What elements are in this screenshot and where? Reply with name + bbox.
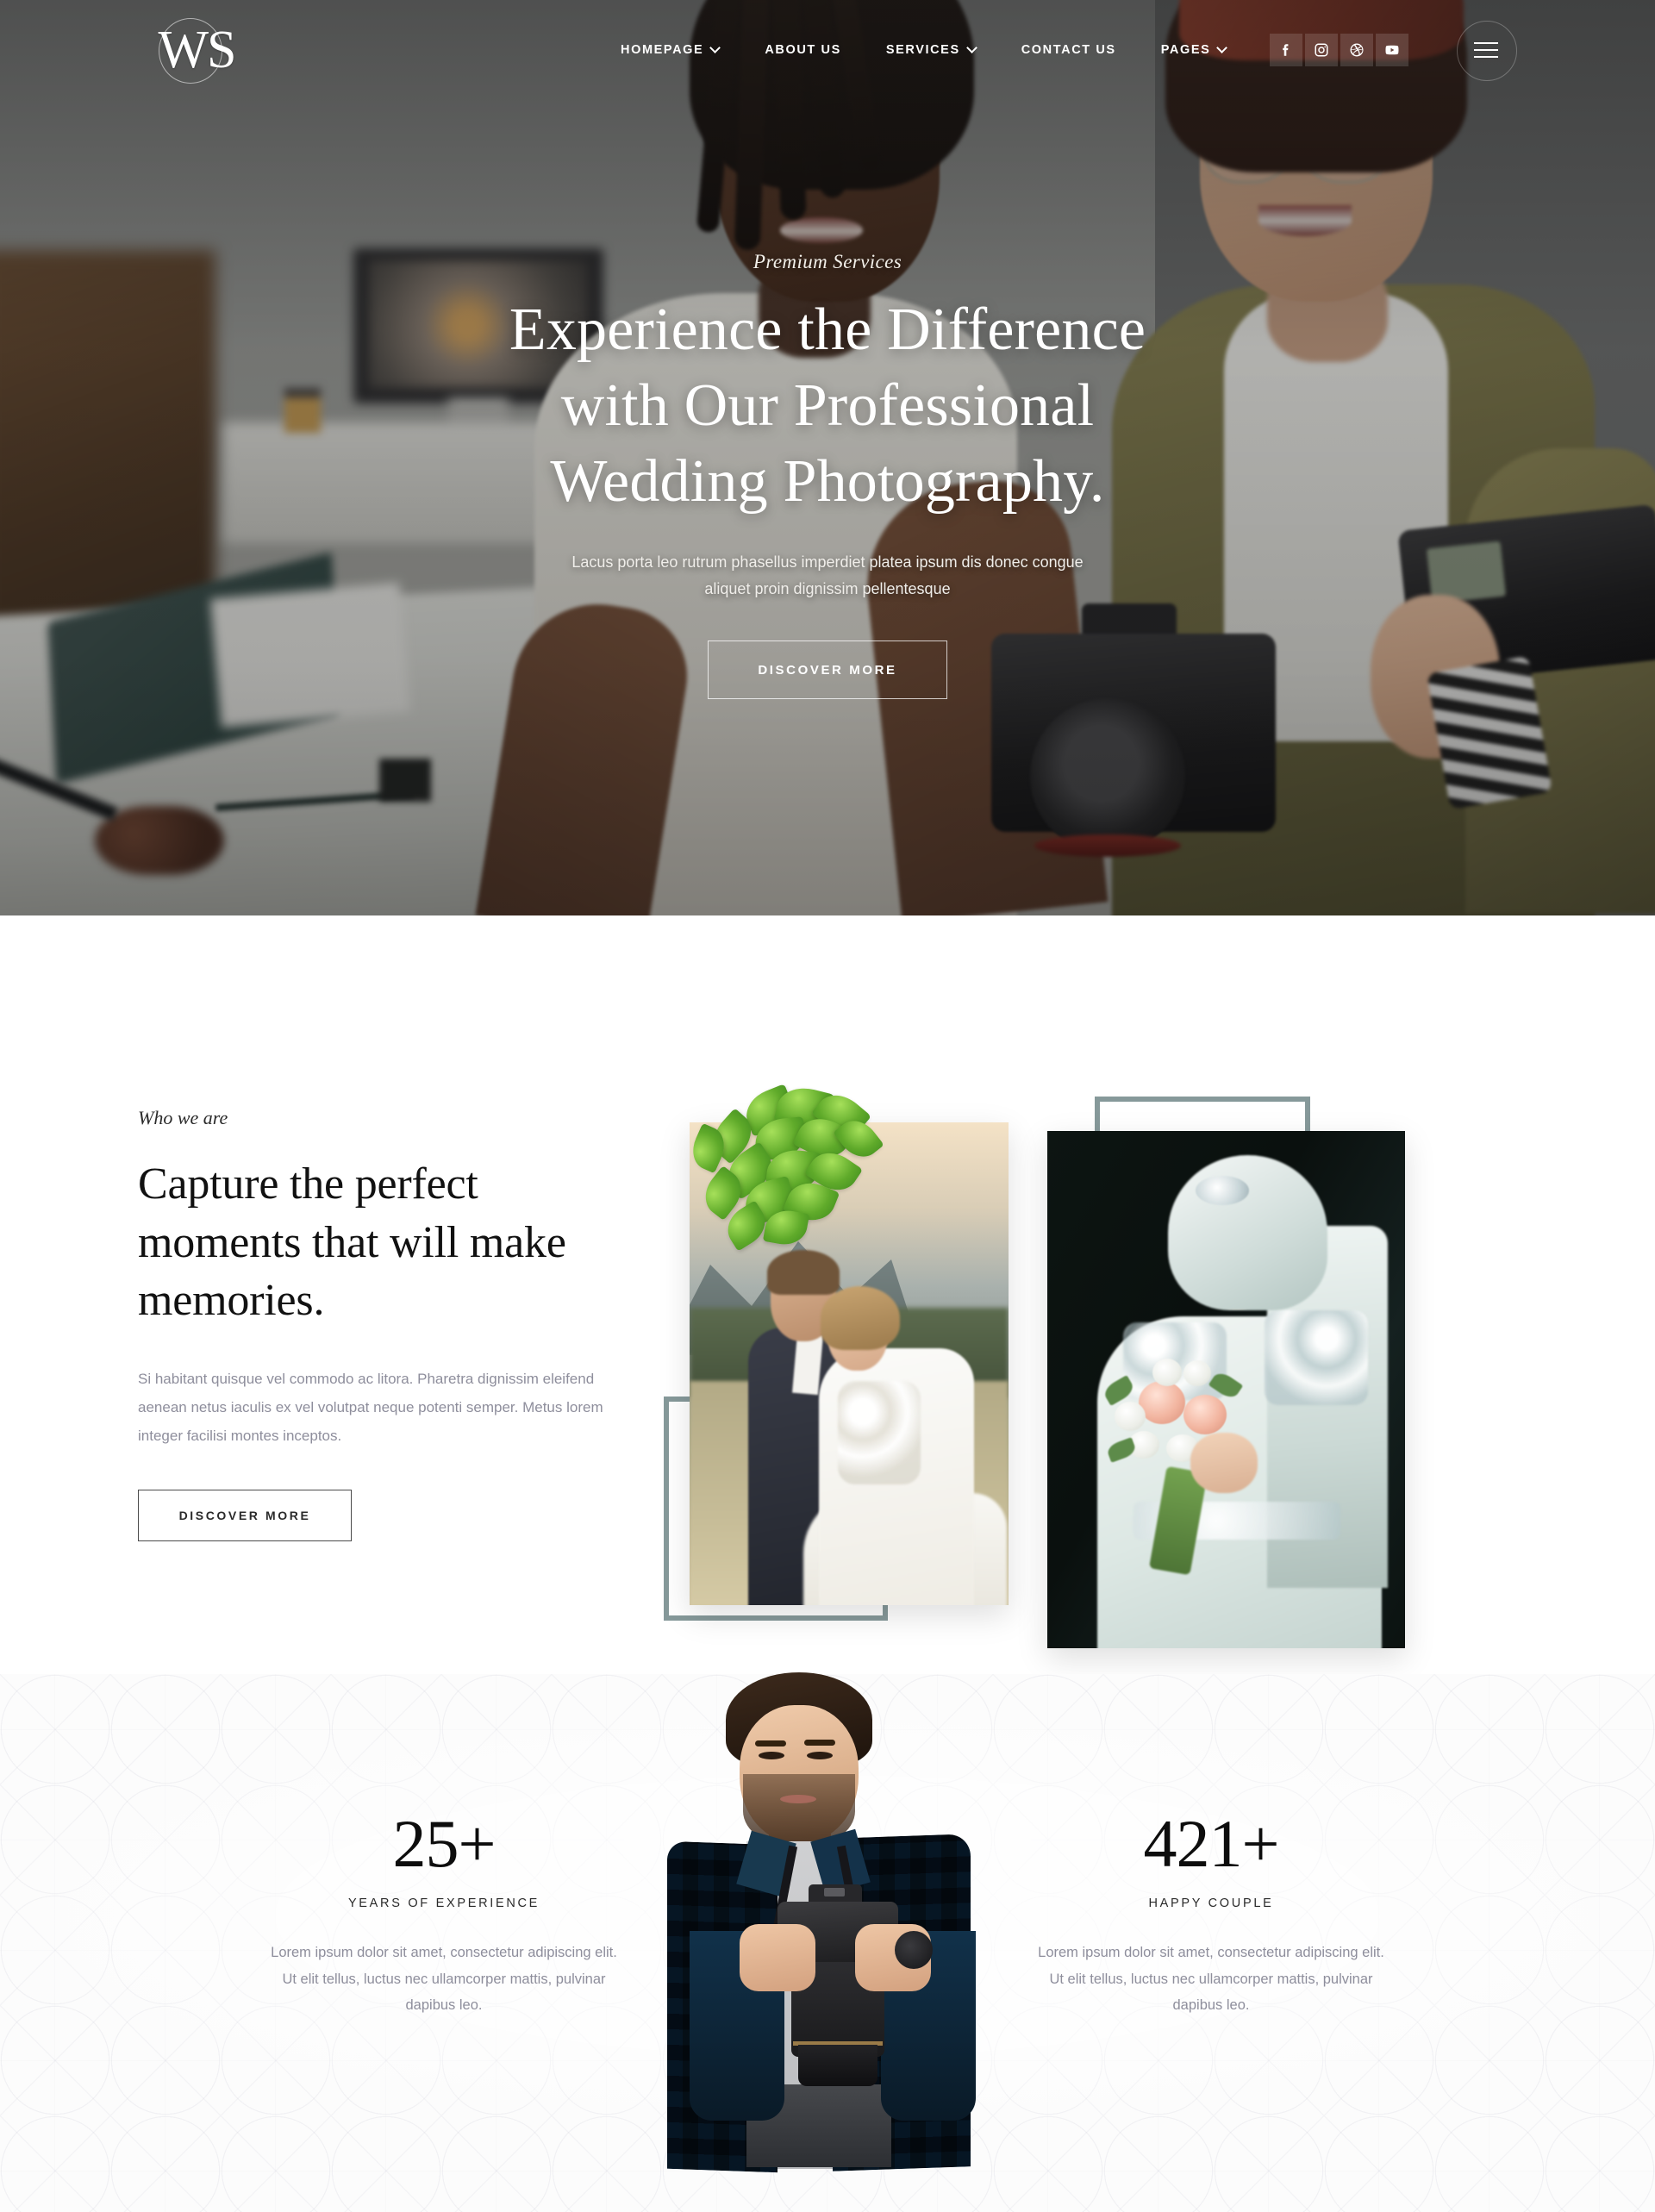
nav-label: SERVICES (885, 42, 960, 57)
hero-discover-more-button[interactable]: DISCOVER MORE (708, 640, 947, 700)
nav-label: ABOUT US (765, 42, 841, 57)
nav-label: CONTACT US (1021, 42, 1116, 57)
main-navigation: HOMEPAGE ABOUT US SERVICES CONTACT US PA… (598, 43, 1249, 57)
photographer-portrait (664, 1672, 1009, 2173)
stat-years-of-experience: 25+ YEARS OF EXPERIENCE Lorem ipsum dolo… (241, 1674, 646, 2019)
hero-title-line-3: Wedding Photography. (550, 448, 1105, 516)
facebook-icon[interactable] (1270, 33, 1303, 66)
stat-value: 421+ (1143, 1806, 1280, 1881)
about-kicker: Who we are (138, 1107, 228, 1128)
hero-eyebrow: Premium Services (753, 250, 902, 272)
about-title-line-3: memories. (138, 1276, 325, 1326)
about-discover-more-button[interactable]: DISCOVER MORE (138, 1490, 352, 1542)
social-links (1270, 33, 1409, 66)
dribbble-icon[interactable] (1340, 33, 1374, 66)
about-body-text: Si habitant quisque vel commodo ac litor… (138, 1370, 603, 1445)
hero-section: WS HOMEPAGE ABOUT US SERVICES CONTACT US (0, 0, 1655, 915)
nav-item-homepage[interactable]: HOMEPAGE (598, 43, 742, 57)
about-title-line-2: moments that will make (138, 1217, 566, 1267)
about-title: Capture the perfect moments that will ma… (138, 1155, 690, 1330)
nav-label: HOMEPAGE (621, 42, 704, 57)
hero-subtitle-line-2: aliquet proin dignissim pellentesque (704, 580, 951, 598)
hero-title-line-1: Experience the Difference (509, 296, 1146, 363)
nav-item-pages[interactable]: PAGES (1139, 43, 1250, 57)
hamburger-menu-icon[interactable] (1457, 20, 1518, 81)
stat-happy-couple: 421+ HAPPY COUPLE Lorem ipsum dolor sit … (1009, 1674, 1414, 2019)
youtube-icon[interactable] (1376, 33, 1409, 66)
stat-label: HAPPY COUPLE (1148, 1896, 1274, 1910)
stat-description: Lorem ipsum dolor sit amet, consectetur … (1038, 1945, 1384, 2014)
nav-item-contact-us[interactable]: CONTACT US (999, 43, 1139, 57)
hero-subtitle: Lacus porta leo rutrum phasellus imperdi… (571, 549, 1083, 603)
hero-title-line-2: with Our Professional (560, 372, 1095, 439)
stat-value: 25+ (392, 1806, 496, 1881)
stat-label: YEARS OF EXPERIENCE (347, 1896, 540, 1910)
nav-item-about-us[interactable]: ABOUT US (742, 43, 864, 57)
landing-page: WS HOMEPAGE ABOUT US SERVICES CONTACT US (0, 0, 1655, 2212)
about-title-line-1: Capture the perfect (138, 1159, 478, 1209)
bride-portrait-photo (1047, 1131, 1405, 1648)
nav-label: PAGES (1160, 42, 1211, 57)
stat-description: Lorem ipsum dolor sit amet, consectetur … (271, 1945, 617, 2014)
pothos-leaves-decoration (681, 1082, 896, 1252)
about-text-column: Who we are Capture the perfect moments t… (138, 1088, 690, 1542)
instagram-icon[interactable] (1305, 33, 1339, 66)
brand-logo[interactable]: WS (145, 13, 248, 87)
chevron-down-icon (968, 44, 977, 53)
brand-logo-text: WS (158, 20, 237, 79)
nav-item-services[interactable]: SERVICES (864, 43, 999, 57)
hero-subtitle-line-1: Lacus porta leo rutrum phasellus imperdi… (571, 553, 1084, 572)
hero-title: Experience the Difference with Our Profe… (509, 292, 1146, 521)
chevron-down-icon (711, 44, 720, 53)
hero-content: Premium Services Experience the Differen… (0, 0, 1655, 915)
about-image-collage (655, 1082, 1483, 1674)
chevron-down-icon (1218, 44, 1227, 53)
site-header: WS HOMEPAGE ABOUT US SERVICES CONTACT US (0, 0, 1655, 99)
about-section: Who we are Capture the perfect moments t… (0, 915, 1655, 1674)
